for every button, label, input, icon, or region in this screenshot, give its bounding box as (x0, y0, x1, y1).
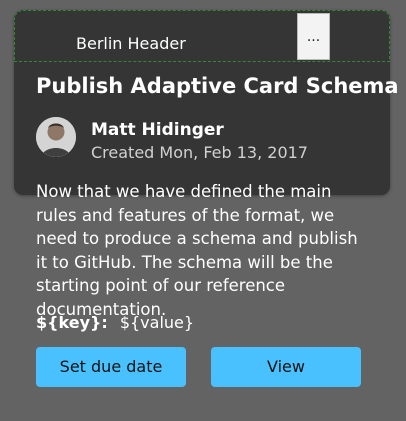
fact-key: ${key}: (36, 313, 108, 332)
avatar-image (36, 117, 76, 157)
more-options-button[interactable]: ... (297, 13, 330, 60)
set-due-date-button[interactable]: Set due date (36, 347, 186, 387)
created-date: Created Mon, Feb 13, 2017 (91, 143, 308, 162)
view-button[interactable]: View (211, 347, 361, 387)
author-avatar (36, 117, 76, 157)
header-label: Berlin Header (76, 34, 186, 53)
header-strip (14, 10, 390, 62)
card-description: Now that we have defined the main rules … (36, 182, 358, 319)
fact-value: ${value} (119, 313, 195, 332)
card-title: Publish Adaptive Card Schema (36, 74, 399, 98)
fact-row: ${key}: ${value} (36, 313, 194, 332)
author-name: Matt Hidinger (91, 120, 224, 140)
